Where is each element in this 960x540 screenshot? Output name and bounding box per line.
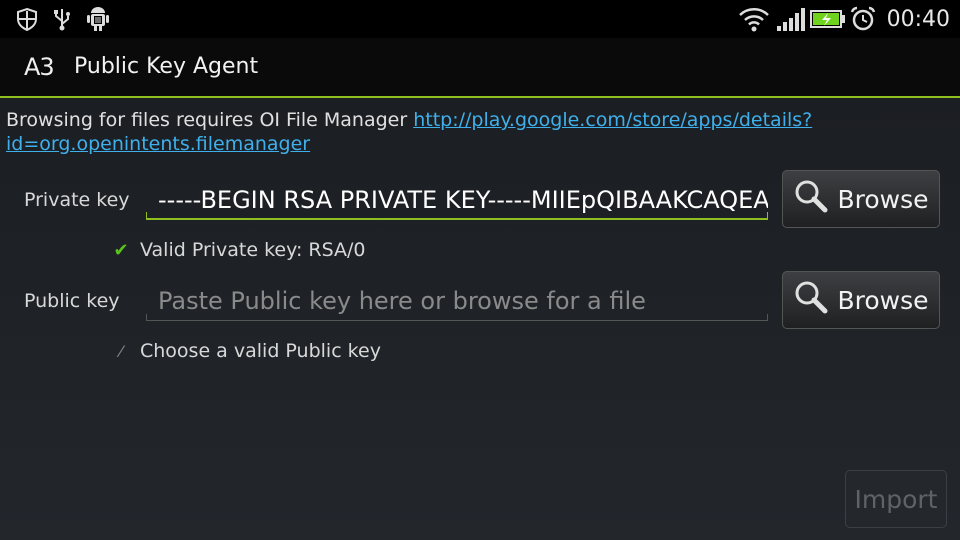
invalid-icon: ⁄: [119, 341, 123, 361]
wifi-icon: [738, 6, 770, 32]
shield-icon: [16, 6, 38, 32]
page-title: Public Key Agent: [74, 54, 259, 79]
private-key-validation: ✔ Valid Private key: RSA/0: [112, 239, 366, 261]
public-key-validation-text: Choose a valid Public key: [140, 340, 381, 362]
alarm-icon: [850, 6, 876, 32]
file-manager-notice: Browsing for files requires OI File Mana…: [6, 108, 906, 156]
browse-label: Browse: [837, 285, 929, 315]
private-key-browse-button[interactable]: Browse: [782, 170, 940, 228]
public-key-label: Public key: [24, 290, 120, 312]
search-icon: [793, 279, 829, 321]
battery-charging-icon: [810, 6, 846, 32]
usb-icon: [52, 6, 72, 32]
import-button[interactable]: Import: [845, 470, 947, 528]
private-key-validation-text: Valid Private key: RSA/0: [140, 239, 366, 261]
status-bar: 00:40: [0, 0, 960, 38]
check-icon: ✔: [113, 239, 129, 261]
status-clock: 00:40: [886, 7, 950, 32]
android-debug-icon: [86, 6, 110, 32]
title-bar: A3 Public Key Agent: [0, 38, 960, 98]
private-key-label: Private key: [24, 189, 130, 211]
browse-label: Browse: [837, 184, 929, 214]
app-icon: A3: [24, 53, 55, 81]
private-key-input[interactable]: -----BEGIN RSA PRIVATE KEY-----MIIEpQIBA…: [146, 180, 768, 220]
public-key-input[interactable]: Paste Public key here or browse for a fi…: [146, 281, 768, 321]
search-icon: [793, 178, 829, 220]
public-key-browse-button[interactable]: Browse: [782, 271, 940, 329]
public-key-validation: ⁄ Choose a valid Public key: [112, 340, 381, 362]
signal-icon: [776, 6, 806, 32]
notice-text: Browsing for files requires OI File Mana…: [6, 109, 414, 131]
